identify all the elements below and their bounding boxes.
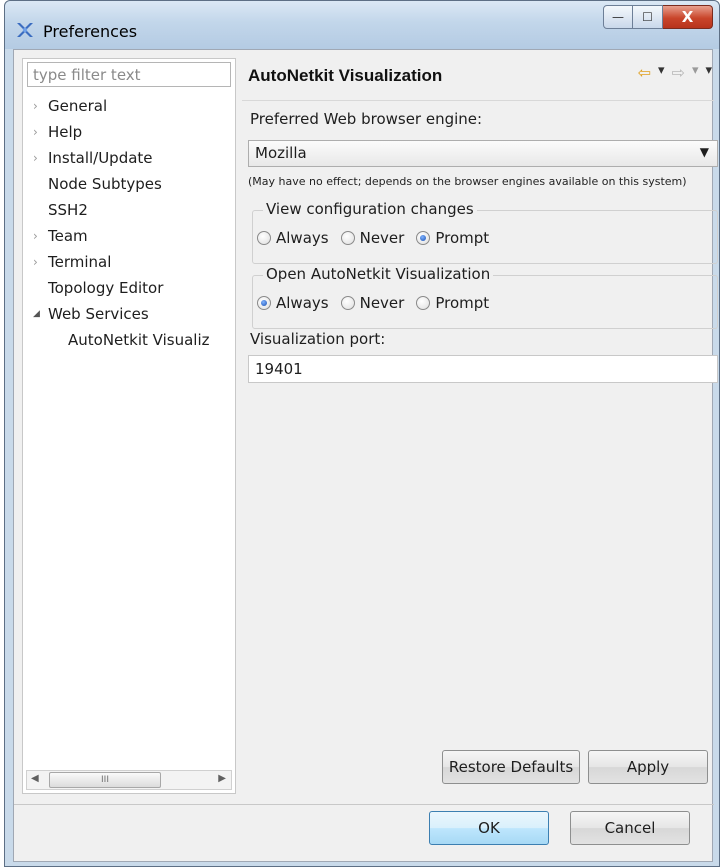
view-config-radio-prompt[interactable]: Prompt xyxy=(416,229,489,247)
window-controls: — ☐ X xyxy=(603,5,713,31)
title-divider xyxy=(242,100,714,101)
chevron-down-icon: ▼ xyxy=(699,145,709,159)
cancel-button[interactable]: Cancel xyxy=(570,811,690,845)
ok-label: OK xyxy=(478,819,500,837)
title-bar[interactable]: Preferences — ☐ X xyxy=(5,1,719,49)
restore-defaults-label: Restore Defaults xyxy=(448,758,574,776)
view-config-radio-never[interactable]: Never xyxy=(340,229,405,247)
collapsed-arrow-icon[interactable]: › xyxy=(33,119,45,145)
page-title: AutoNetkit Visualization xyxy=(248,66,443,85)
close-icon: X xyxy=(681,8,694,26)
open-visualization-radio-group: Always Never Prompt xyxy=(257,294,489,312)
apply-button[interactable]: Apply xyxy=(588,750,708,784)
cancel-label: Cancel xyxy=(604,819,656,837)
radio-label: Always xyxy=(276,294,329,312)
ok-button[interactable]: OK xyxy=(429,811,549,845)
minimize-icon: — xyxy=(612,10,624,24)
preference-page: AutoNetkit Visualization ⇦ ▾ ⇨ ▾ ▾ Prefe… xyxy=(238,50,718,795)
tree-item-label: Team xyxy=(48,227,88,245)
tree-horizontal-scrollbar[interactable]: ◀ III ▶ xyxy=(26,770,232,790)
radio-button-icon[interactable] xyxy=(416,296,431,310)
tree-item-label: Topology Editor xyxy=(48,279,164,297)
preferences-app-icon xyxy=(17,23,33,37)
filter-input[interactable] xyxy=(27,62,231,87)
view-config-radio-group: Always Never Prompt xyxy=(257,229,489,247)
tree-item-node-subtypes[interactable]: Node Subtypes xyxy=(23,171,233,197)
collapsed-arrow-icon[interactable]: › xyxy=(33,145,45,171)
collapsed-arrow-icon[interactable]: › xyxy=(33,223,45,249)
browser-engine-note: (May have no effect; depends on the brow… xyxy=(248,175,687,188)
view-config-changes-title: View configuration changes xyxy=(263,200,477,218)
radio-label: Always xyxy=(276,229,329,247)
close-button[interactable]: X xyxy=(663,5,713,29)
radio-button-icon[interactable] xyxy=(340,296,355,310)
open-visualization-radio-prompt[interactable]: Prompt xyxy=(416,294,489,312)
view-config-changes-group: View configuration changes Always Never Pr… xyxy=(252,200,718,264)
radio-label: Prompt xyxy=(435,229,490,247)
preference-tree-pane: ›General›Help›Install/UpdateNode Subtype… xyxy=(22,58,236,794)
maximize-button[interactable]: ☐ xyxy=(633,5,663,29)
window-title: Preferences xyxy=(43,22,138,41)
browser-engine-value: Mozilla xyxy=(255,144,307,162)
apply-label: Apply xyxy=(626,758,670,776)
port-label: Visualization port: xyxy=(250,330,386,348)
dialog-client-area: ›General›Help›Install/UpdateNode Subtype… xyxy=(13,49,718,862)
page-navigation: ⇦ ▾ ⇨ ▾ ▾ xyxy=(638,63,712,82)
browser-engine-select[interactable]: Mozilla ▼ xyxy=(248,140,718,167)
tree-item-label: Terminal xyxy=(48,253,112,271)
preferences-window: Preferences — ☐ X ›General›Help›Install/… xyxy=(4,0,720,867)
radio-label: Never xyxy=(359,294,405,312)
open-visualization-title: Open AutoNetkit Visualization xyxy=(263,265,494,283)
tree-item-label: Web Services xyxy=(48,305,149,323)
expanded-arrow-icon[interactable]: ◢ xyxy=(33,301,45,327)
radio-button-icon[interactable] xyxy=(257,296,271,310)
radio-button-icon[interactable] xyxy=(340,231,355,245)
scroll-thumb[interactable]: III xyxy=(49,772,161,788)
scroll-right-icon[interactable]: ▶ xyxy=(218,773,226,784)
preference-tree: › General › Help › Install/Update Node Subtype… xyxy=(23,93,233,353)
maximize-icon: ☐ xyxy=(642,10,653,24)
tree-item-web-services[interactable]: ◢ Web Services xyxy=(23,301,233,327)
tree-item-general[interactable]: › General xyxy=(23,93,233,119)
open-visualization-radio-never[interactable]: Never xyxy=(340,294,405,312)
radio-button-icon[interactable] xyxy=(416,231,431,245)
tree-item-label: SSH2 xyxy=(48,201,88,219)
tree-item-topology-editor[interactable]: Topology Editor xyxy=(23,275,233,301)
forward-arrow-icon[interactable]: ⇨ xyxy=(672,63,685,82)
tree-item-label: Node Subtypes xyxy=(48,175,162,193)
tree-item-ssh2[interactable]: SSH2 xyxy=(23,197,233,223)
tree-item-help[interactable]: › Help xyxy=(23,119,233,145)
tree-item-label: Install/Update xyxy=(48,149,153,167)
open-visualization-group: Open AutoNetkit Visualization Always Neve… xyxy=(252,265,718,329)
radio-label: Never xyxy=(359,229,405,247)
view-config-radio-always[interactable]: Always xyxy=(257,229,329,247)
back-arrow-icon[interactable]: ⇦ xyxy=(638,63,651,82)
collapsed-arrow-icon[interactable]: › xyxy=(33,93,45,119)
tree-item-label: AutoNetkit Visualiz xyxy=(68,331,210,349)
tree-item-team[interactable]: › Team xyxy=(23,223,233,249)
tree-item-label: Help xyxy=(48,123,83,141)
back-menu-icon[interactable]: ▾ xyxy=(658,63,665,82)
restore-defaults-button[interactable]: Restore Defaults xyxy=(442,750,580,784)
browser-engine-label: Preferred Web browser engine: xyxy=(250,110,483,128)
radio-button-icon[interactable] xyxy=(257,231,271,245)
radio-label: Prompt xyxy=(435,294,490,312)
forward-menu-icon[interactable]: ▾ xyxy=(692,63,699,82)
port-input[interactable] xyxy=(248,355,718,383)
scroll-grip-icon: III xyxy=(101,775,109,785)
button-bar-separator xyxy=(14,804,714,805)
tree-item-install-update[interactable]: › Install/Update xyxy=(23,145,233,171)
tree-item-terminal[interactable]: › Terminal xyxy=(23,249,233,275)
open-visualization-radio-always[interactable]: Always xyxy=(257,294,329,312)
minimize-button[interactable]: — xyxy=(603,5,633,29)
tree-item-autonetkit-visualiz[interactable]: AutoNetkit Visualiz xyxy=(23,327,233,353)
tree-item-label: General xyxy=(48,97,108,115)
scroll-left-icon[interactable]: ◀ xyxy=(31,773,39,784)
collapsed-arrow-icon[interactable]: › xyxy=(33,249,45,275)
view-menu-icon[interactable]: ▾ xyxy=(705,63,712,82)
